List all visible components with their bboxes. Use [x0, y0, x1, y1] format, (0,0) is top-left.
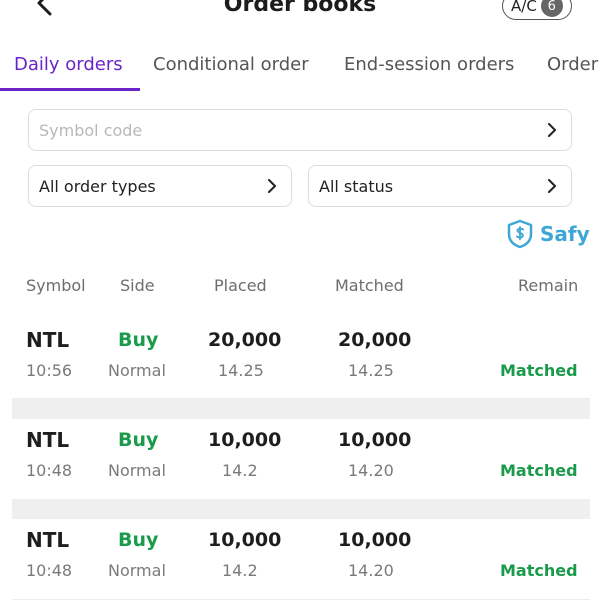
tab-bar: Daily orders Conditional order End-sessi… [0, 48, 600, 92]
order-side: Buy [118, 329, 159, 351]
chevron-right-icon [268, 179, 276, 193]
order-symbol: NTL [26, 428, 70, 452]
tab-conditional-order[interactable]: Conditional order [153, 54, 309, 75]
order-time: 10:48 [26, 561, 73, 580]
order-status: Matched [500, 361, 578, 380]
column-header-remain: Remain [518, 276, 579, 295]
chevron-right-icon [548, 123, 556, 137]
placed-quantity: 10,000 [208, 429, 282, 451]
order-type-value: All order types [39, 176, 156, 196]
order-row[interactable] [12, 419, 590, 500]
tab-end-session-orders[interactable]: End-session orders [344, 54, 514, 75]
placed-price: 14.2 [222, 461, 258, 480]
order-type: Normal [108, 461, 166, 480]
order-type-select[interactable]: All order types [28, 165, 292, 207]
placed-price: 14.2 [222, 561, 258, 580]
column-header-symbol: Symbol [26, 276, 86, 295]
safy-logo[interactable]: Safy [506, 218, 590, 250]
tab-daily-orders[interactable]: Daily orders [14, 54, 123, 75]
matched-quantity: 10,000 [338, 429, 412, 451]
account-selector[interactable]: A/C 6 [502, 0, 572, 20]
order-side: Buy [118, 429, 159, 451]
order-row[interactable] [12, 519, 590, 600]
order-symbol: NTL [26, 528, 70, 552]
placed-price: 14.25 [218, 361, 264, 380]
column-header-placed: Placed [214, 276, 267, 295]
row-separator [12, 399, 590, 419]
order-row[interactable] [12, 318, 590, 399]
status-value: All status [319, 176, 394, 196]
symbol-placeholder: Symbol code [39, 120, 143, 140]
placed-quantity: 20,000 [208, 329, 282, 351]
chevron-right-icon [548, 179, 556, 193]
matched-price: 14.20 [348, 561, 394, 580]
order-time: 10:56 [26, 361, 73, 380]
order-type: Normal [108, 561, 166, 580]
matched-price: 14.25 [348, 361, 394, 380]
shield-dollar-icon [507, 219, 533, 249]
column-header-side: Side [120, 276, 155, 295]
active-tab-indicator [0, 88, 140, 91]
row-separator [12, 499, 590, 519]
order-status: Matched [500, 561, 578, 580]
safy-label: Safy [540, 222, 590, 246]
header: Order books A/C 6 [0, 0, 600, 30]
tab-order[interactable]: Order [547, 54, 598, 75]
account-label: A/C [511, 0, 537, 15]
order-side: Buy [118, 529, 159, 551]
status-select[interactable]: All status [308, 165, 572, 207]
order-status: Matched [500, 461, 578, 480]
symbol-search-field[interactable]: Symbol code [28, 109, 572, 151]
order-time: 10:48 [26, 461, 73, 480]
order-type: Normal [108, 361, 166, 380]
matched-quantity: 20,000 [338, 329, 412, 351]
matched-quantity: 10,000 [338, 529, 412, 551]
order-symbol: NTL [26, 328, 70, 352]
placed-quantity: 10,000 [208, 529, 282, 551]
column-header-matched: Matched [335, 276, 404, 295]
account-count-badge: 6 [540, 0, 563, 17]
matched-price: 14.20 [348, 461, 394, 480]
